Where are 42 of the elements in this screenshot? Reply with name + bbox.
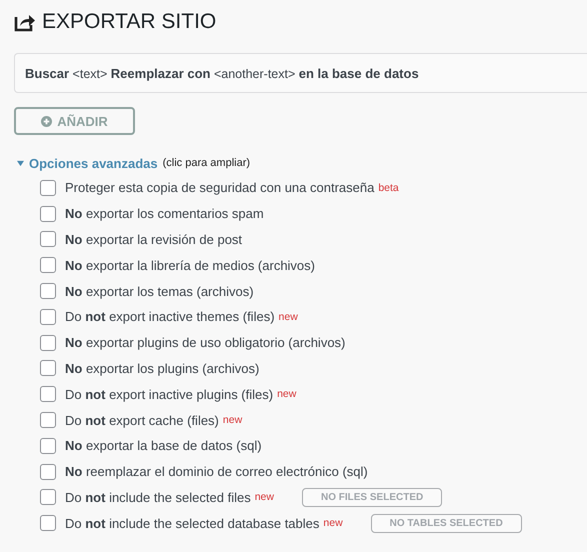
checkbox[interactable] — [40, 412, 56, 428]
search-replace-field[interactable]: Buscar <text> Reemplazar con <another-text> en la base de datos — [14, 53, 587, 93]
option-label: No exportar la revisión de post — [65, 232, 242, 247]
option-label: No exportar los temas (archivos) — [65, 284, 254, 299]
checkbox[interactable] — [40, 334, 56, 351]
tag-label: new — [323, 517, 343, 530]
option-label: No exportar la base de datos (sql) — [65, 438, 262, 454]
option-label: Do not include the selected database tables — [65, 516, 320, 531]
tag-label: new — [222, 414, 242, 426]
option-label: No exportar los plugins (archivos) — [65, 360, 260, 376]
option-label: Do not export inactive themes (files) — [65, 309, 275, 324]
checkbox[interactable] — [40, 180, 56, 196]
checkbox[interactable] — [40, 206, 56, 222]
option-label: No exportar los comentarios spam — [65, 206, 264, 222]
checkbox[interactable] — [40, 360, 56, 376]
tag-label: new — [277, 388, 296, 400]
advanced-options-link[interactable]: Opciones avanzadas — [29, 156, 158, 170]
select-button[interactable]: NO TABLES SELECTED — [370, 514, 522, 533]
option-label: No exportar la librería de medios (archivos) — [65, 258, 315, 273]
option-label: Do not export inactive plugins (files) — [65, 386, 274, 402]
option-label: Do not export cache (files) — [65, 412, 219, 428]
page-title: EXPORTAR SITIO — [42, 10, 216, 34]
tag-label: beta — [378, 182, 399, 194]
checkbox[interactable] — [40, 515, 56, 532]
checkbox[interactable] — [40, 231, 56, 248]
option-label: Do not include the selected files — [65, 490, 251, 505]
checkbox[interactable] — [40, 386, 56, 402]
checkbox[interactable] — [40, 283, 56, 300]
tag-label: new — [278, 310, 298, 323]
checkbox[interactable] — [40, 464, 56, 480]
plus-circle-icon — [41, 116, 52, 126]
checkbox[interactable] — [40, 489, 56, 506]
checkbox[interactable] — [40, 308, 56, 325]
select-button[interactable]: NO FILES SELECTED — [302, 488, 442, 507]
expand-hint: (clic para ampliar) — [162, 157, 250, 169]
checkbox[interactable] — [40, 438, 56, 454]
option-label: Proteger esta copia de seguridad con una contraseña — [65, 180, 374, 196]
checkbox[interactable] — [40, 257, 56, 274]
option-label: No reemplazar el dominio de correo electrónico (sql) — [65, 464, 368, 480]
option-label: No exportar plugins de uso obligatorio (archivos) — [65, 335, 346, 350]
export-icon — [14, 12, 36, 32]
tag-label: new — [254, 491, 274, 504]
